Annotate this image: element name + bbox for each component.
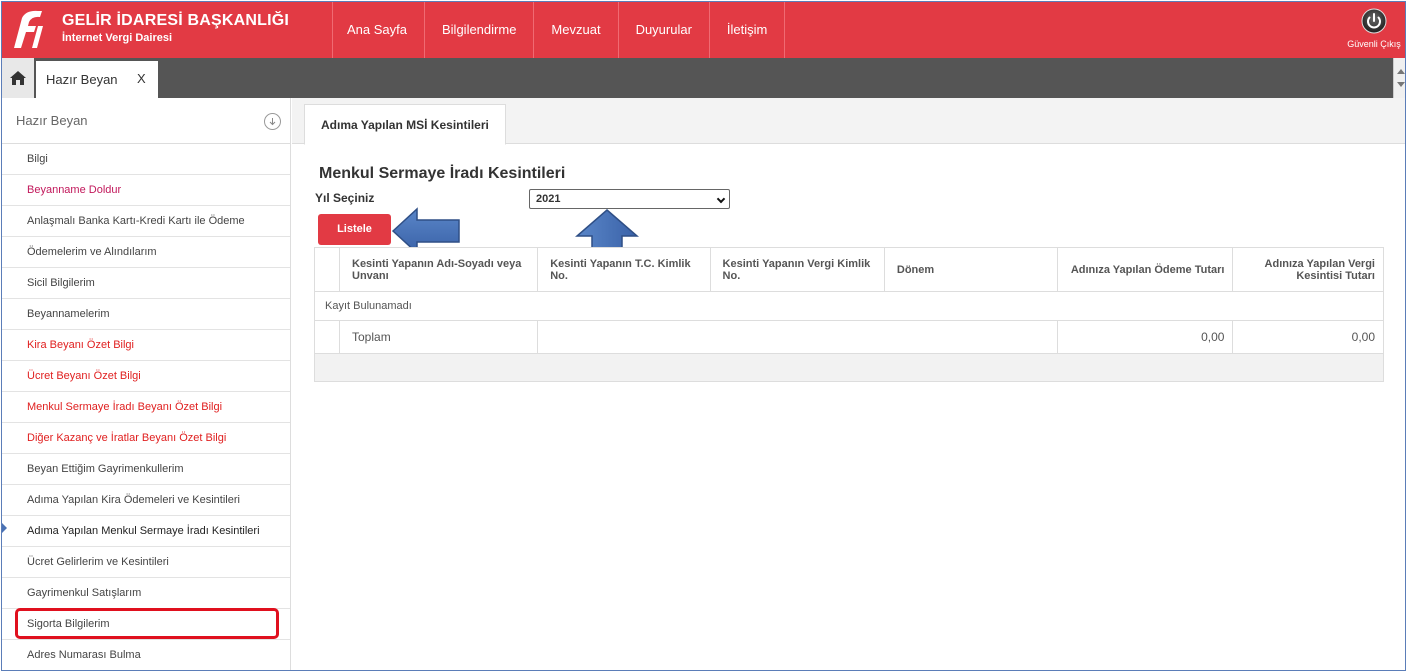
sidebar-item-adres-no[interactable]: Adres Numarası Bulma bbox=[2, 640, 290, 670]
total-tax: 0,00 bbox=[1232, 320, 1384, 354]
table-header-row: Kesinti Yapanın Adı-Soyadı veya Unvanı K… bbox=[314, 247, 1384, 292]
empty-message: Kayıt Bulunamadı bbox=[314, 291, 1384, 321]
sidebar-item-kart-odeme[interactable]: Anlaşmalı Banka Kartı-Kredi Kartı ile Öd… bbox=[2, 206, 290, 237]
scroll-down-icon[interactable] bbox=[1397, 82, 1405, 87]
sidebar-item-gayrimenkul-satislari[interactable]: Gayrimenkul Satışlarım bbox=[2, 578, 290, 609]
collapse-button[interactable] bbox=[264, 113, 281, 130]
year-select-value: 2021 bbox=[536, 193, 561, 205]
page-title: Menkul Sermaye İradı Kesintileri bbox=[319, 165, 566, 182]
year-select[interactable]: 2021 bbox=[529, 189, 730, 209]
sidebar-item-sigorta[interactable]: Sigorta Bilgilerim bbox=[2, 609, 290, 640]
sidebar-item-diger-kazanc-ozet[interactable]: Diğer Kazanç ve İratlar Beyanı Özet Bilg… bbox=[2, 423, 290, 454]
col-header-tax[interactable]: Adınıza Yapılan Vergi Kesintisi Tutarı bbox=[1232, 247, 1384, 292]
power-icon bbox=[1361, 8, 1387, 34]
tab-hazir-beyan-label: Hazır Beyan bbox=[46, 72, 118, 87]
col-header-vkn[interactable]: Kesinti Yapanın Vergi Kimlik No. bbox=[709, 247, 885, 292]
col-header-donem[interactable]: Dönem bbox=[883, 247, 1059, 292]
content-tab-strip: Adıma Yapılan MSİ Kesintileri bbox=[292, 98, 1405, 145]
year-label: Yıl Seçiniz bbox=[315, 191, 375, 205]
sidebar-item-beyannamelerim[interactable]: Beyannamelerim bbox=[2, 299, 290, 330]
col-header-name[interactable]: Kesinti Yapanın Adı-Soyadı veya Unvanı bbox=[338, 247, 539, 292]
nav-mevzuat[interactable]: Mevzuat bbox=[534, 2, 619, 58]
home-button[interactable] bbox=[2, 58, 34, 98]
brand-subtitle: İnternet Vergi Dairesi bbox=[62, 32, 173, 44]
nav-iletisim[interactable]: İletişim bbox=[710, 2, 786, 58]
sidebar-item-msi-kesintileri[interactable]: Adıma Yapılan Menkul Sermaye İradı Kesin… bbox=[2, 516, 290, 547]
chevron-down-icon bbox=[716, 194, 726, 204]
arrow-down-icon bbox=[269, 118, 276, 126]
list-button[interactable]: Listele bbox=[318, 214, 391, 245]
sidebar-item-ucret-gelirlerim[interactable]: Ücret Gelirlerim ve Kesintileri bbox=[2, 547, 290, 578]
scroll-up-icon[interactable] bbox=[1397, 69, 1405, 74]
brand-title: GELİR İDARESİ BAŞKANLIĞI bbox=[62, 12, 290, 29]
sidebar-item-beyanname-doldur[interactable]: Beyanname Doldur bbox=[2, 175, 290, 206]
tab-close-button[interactable]: X bbox=[137, 71, 146, 86]
logout-label: Güvenli Çıkış bbox=[1347, 39, 1401, 49]
app-window: GELİR İDARESİ BAŞKANLIĞI İnternet Vergi … bbox=[1, 1, 1406, 671]
sidebar-item-msi-ozet[interactable]: Menkul Sermaye İradı Beyanı Özet Bilgi bbox=[2, 392, 290, 423]
sidebar-item-gayrimenkullerim[interactable]: Beyan Ettiğim Gayrimenkullerim bbox=[2, 454, 290, 485]
tab-bar: Hazır Beyan X bbox=[2, 58, 1405, 98]
top-header: GELİR İDARESİ BAŞKANLIĞI İnternet Vergi … bbox=[2, 2, 1405, 58]
logout-button[interactable]: Güvenli Çıkış bbox=[1347, 8, 1401, 49]
sidebar-header: Hazır Beyan bbox=[2, 98, 290, 144]
sidebar-item-bilgi[interactable]: Bilgi bbox=[2, 144, 290, 175]
sidebar-item-kira-ozet[interactable]: Kira Beyanı Özet Bilgi bbox=[2, 330, 290, 361]
tab-msi-kesintileri[interactable]: Adıma Yapılan MSİ Kesintileri bbox=[304, 104, 506, 145]
gib-logo-icon bbox=[8, 8, 48, 52]
main-nav: Ana Sayfa Bilgilendirme Mevzuat Duyurula… bbox=[332, 2, 786, 58]
table-empty-row: Kayıt Bulunamadı bbox=[314, 291, 1384, 321]
tab-hazir-beyan[interactable]: Hazır Beyan X bbox=[36, 61, 158, 98]
sidebar-item-kira-kesintileri[interactable]: Adıma Yapılan Kira Ödemeleri ve Kesintil… bbox=[2, 485, 290, 516]
total-spacer-cell bbox=[537, 320, 1059, 354]
sidebar-item-sicil[interactable]: Sicil Bilgilerim bbox=[2, 268, 290, 299]
edge-pointer-icon bbox=[2, 522, 7, 534]
table-header-blank bbox=[314, 247, 340, 292]
tab-scroll-arrows[interactable] bbox=[1393, 58, 1405, 98]
nav-duyurular[interactable]: Duyurular bbox=[619, 2, 710, 58]
nav-bilgilendirme[interactable]: Bilgilendirme bbox=[425, 2, 535, 58]
sidebar-item-odemelerim[interactable]: Ödemelerim ve Alındılarım bbox=[2, 237, 290, 268]
total-label: Toplam bbox=[338, 320, 539, 354]
table-footer bbox=[314, 353, 1384, 382]
nav-ana-sayfa[interactable]: Ana Sayfa bbox=[333, 2, 425, 58]
total-blank-cell bbox=[314, 320, 340, 354]
home-icon bbox=[10, 71, 26, 85]
sidebar-menu: Bilgi Beyanname Doldur Anlaşmalı Banka K… bbox=[2, 144, 290, 670]
table-total-row: Toplam 0,00 0,00 bbox=[314, 320, 1384, 354]
total-payment: 0,00 bbox=[1057, 320, 1234, 354]
col-header-tckn[interactable]: Kesinti Yapanın T.C. Kimlik No. bbox=[537, 247, 711, 292]
sidebar: Hazır Beyan Bilgi Beyanname Doldur Anlaş… bbox=[2, 98, 291, 670]
table-footer-row bbox=[314, 353, 1384, 382]
sidebar-item-ucret-ozet[interactable]: Ücret Beyanı Özet Bilgi bbox=[2, 361, 290, 392]
deductions-table: Kesinti Yapanın Adı-Soyadı veya Unvanı K… bbox=[314, 247, 1384, 382]
main-content: Adıma Yapılan MSİ Kesintileri Menkul Ser… bbox=[292, 98, 1405, 670]
sidebar-title: Hazır Beyan bbox=[16, 113, 88, 128]
col-header-payment[interactable]: Adınıza Yapılan Ödeme Tutarı bbox=[1057, 247, 1234, 292]
